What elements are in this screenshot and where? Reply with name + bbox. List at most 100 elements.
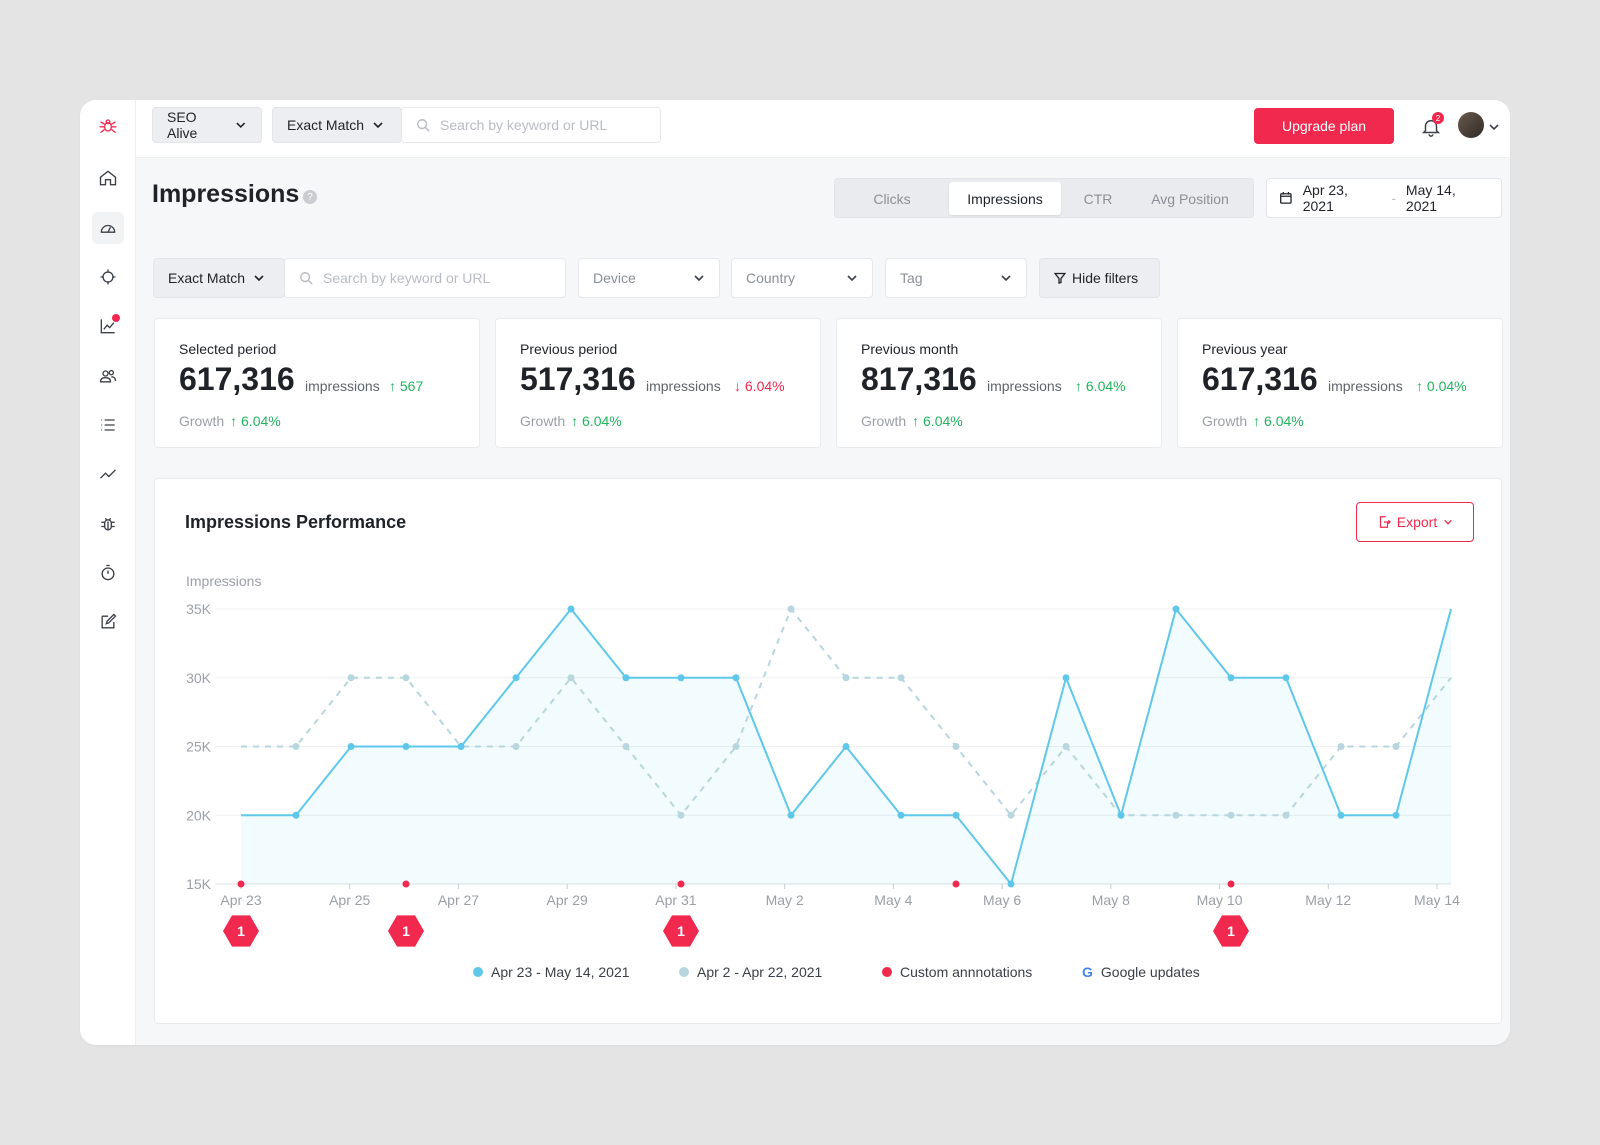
stat-card-delta: ↑ 0.04%: [1416, 378, 1467, 394]
previous-series-point: [732, 743, 740, 750]
legend-item-google-updates[interactable]: G Google updates: [1082, 964, 1200, 980]
previous-series-point: [292, 743, 300, 750]
chevron-down-icon: [236, 122, 246, 129]
crosshair-icon: [100, 269, 116, 285]
calendar-icon: [1280, 191, 1292, 204]
sidebar-item-dashboard[interactable]: [92, 212, 124, 244]
current-series-point: [952, 811, 960, 819]
annotation-count: 1: [677, 923, 685, 939]
filter-search-input[interactable]: Search by keyword or URL: [284, 258, 566, 298]
previous-series-point: [1227, 811, 1235, 819]
previous-series-point: [1282, 811, 1290, 819]
upgrade-plan-button[interactable]: Upgrade plan: [1254, 108, 1394, 144]
stat-card-growth-value: ↑ 6.04%: [571, 413, 622, 429]
current-series-point: [732, 674, 740, 682]
current-series-point: [1282, 674, 1290, 682]
annotation-dot: [1227, 880, 1235, 888]
project-selector[interactable]: SEO Alive: [152, 107, 262, 143]
annotation-dot: [237, 880, 245, 888]
filter-search-placeholder: Search by keyword or URL: [323, 270, 491, 286]
country-dropdown[interactable]: Country: [731, 258, 873, 298]
tab-clicks[interactable]: Clicks: [838, 182, 946, 215]
tab-avg-position[interactable]: Avg Position: [1135, 182, 1245, 215]
previous-series-point: [347, 674, 355, 682]
sidebar-item-trends[interactable]: [92, 458, 124, 490]
user-avatar[interactable]: [1458, 112, 1484, 138]
annotation-count: 1: [1227, 923, 1235, 939]
stat-card-value: 617,316: [1202, 361, 1318, 397]
stat-card-label: Selected period: [179, 341, 277, 357]
legend-item-current[interactable]: Apr 23 - May 14, 2021: [473, 964, 630, 980]
tag-dropdown[interactable]: Tag: [885, 258, 1027, 298]
stat-card-value: 517,316: [520, 361, 636, 397]
stat-card-unit: impressions: [305, 378, 380, 394]
date-range-picker[interactable]: Apr 23, 2021 - May 14, 2021: [1266, 178, 1502, 218]
google-g-icon: G: [1082, 964, 1093, 980]
stat-card-growth-label: Growth: [179, 413, 225, 429]
previous-series-point: [1337, 743, 1345, 750]
top-search-input[interactable]: Search by keyword or URL: [401, 107, 661, 143]
legend-swatch-annotations: [882, 967, 892, 977]
tab-impressions[interactable]: Impressions: [949, 182, 1061, 215]
stat-card-delta-value: 6.04%: [1085, 378, 1126, 394]
stat-card-previous-year: Previous year 617,316 impressions ↑ 0.04…: [1177, 318, 1503, 448]
sidebar-item-list[interactable]: [92, 409, 124, 441]
x-tick-label: May 6: [983, 892, 1021, 908]
stat-card-growth: Growth ↑ 6.04%: [520, 413, 622, 429]
sidebar-item-edit[interactable]: [92, 606, 124, 638]
y-tick-label: 35K: [186, 601, 212, 617]
match-type-label: Exact Match: [287, 117, 365, 133]
stat-card-previous-month: Previous month 817,316 impressions ↑ 6.0…: [836, 318, 1162, 448]
current-series-point: [1392, 811, 1400, 819]
legend-item-previous[interactable]: Apr 2 - Apr 22, 2021: [679, 964, 822, 980]
list-icon: [101, 419, 115, 431]
trend-icon: [100, 469, 116, 479]
legend-label-google: Google updates: [1100, 964, 1200, 980]
previous-series-point: [1062, 743, 1070, 750]
annotation-dot: [952, 880, 960, 888]
stat-card-growth-label: Growth: [520, 413, 566, 429]
notification-count-badge: 2: [1432, 112, 1444, 124]
sidebar-item-targets[interactable]: [92, 261, 124, 293]
stat-card-previous-period: Previous period 517,316 impressions ↓ 6.…: [495, 318, 821, 448]
current-series-point: [1062, 674, 1070, 682]
current-series-point: [457, 743, 465, 750]
x-tick-label: May 2: [766, 892, 804, 908]
chevron-down-icon[interactable]: [1488, 121, 1500, 133]
legend-item-annotations[interactable]: Custom annnotations: [882, 964, 1032, 980]
legend-label-previous: Apr 2 - Apr 22, 2021: [697, 964, 823, 980]
stat-card-unit: impressions: [1328, 378, 1403, 394]
sidebar-item-bugs[interactable]: [92, 508, 124, 540]
filter-match-type[interactable]: Exact Match: [153, 258, 285, 298]
stat-card-growth-value: ↑ 6.04%: [1253, 413, 1304, 429]
date-range-separator: -: [1391, 190, 1396, 206]
match-type-selector[interactable]: Exact Match: [272, 107, 402, 143]
growth-value-text: 6.04%: [241, 413, 281, 429]
device-dropdown[interactable]: Device: [578, 258, 720, 298]
previous-series-point: [842, 674, 850, 682]
y-tick-label: 20K: [186, 807, 212, 823]
previous-series-point: [622, 743, 630, 750]
stat-card-value: 817,316: [861, 361, 977, 397]
stat-card-delta: ↓ 6.04%: [734, 378, 785, 394]
top-search-placeholder: Search by keyword or URL: [440, 117, 608, 133]
stat-card-growth-label: Growth: [861, 413, 907, 429]
chevron-down-icon: [1001, 275, 1011, 282]
impressions-performance-card: Impressions Performance Export Impressio…: [154, 478, 1502, 1024]
help-icon[interactable]: ?: [303, 190, 317, 204]
gauge-icon: [100, 224, 116, 233]
tab-ctr[interactable]: CTR: [1065, 182, 1131, 215]
previous-series-point: [402, 674, 410, 682]
spider-logo-icon[interactable]: [92, 110, 124, 142]
hide-filters-button[interactable]: Hide filters: [1039, 258, 1160, 298]
sidebar-item-users[interactable]: [92, 360, 124, 392]
legend-label-current: Apr 23 - May 14, 2021: [491, 964, 630, 980]
sidebar-item-home[interactable]: [92, 162, 124, 194]
hide-filters-label: Hide filters: [1072, 270, 1139, 286]
stat-card-label: Previous period: [520, 341, 618, 357]
current-series-point: [842, 743, 850, 750]
current-series-point: [787, 811, 795, 819]
impressions-line-chart[interactable]: 15K 20K 25K 30K 35K Apr 23 Apr 25 Apr 27 Apr 29 A…: [155, 479, 1503, 1025]
sidebar-item-analytics[interactable]: [92, 310, 124, 342]
sidebar-item-history[interactable]: [92, 557, 124, 589]
